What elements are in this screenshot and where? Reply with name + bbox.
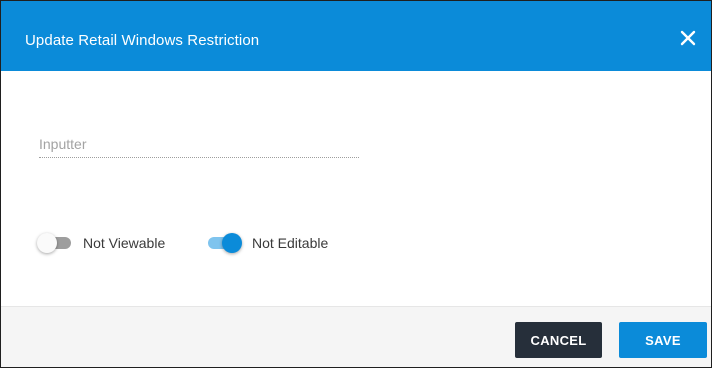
dialog-title: Update Retail Windows Restriction bbox=[25, 32, 260, 49]
not-viewable-switch[interactable] bbox=[37, 233, 73, 253]
not-editable-label: Not Editable bbox=[252, 235, 329, 251]
close-button[interactable] bbox=[675, 25, 701, 51]
dialog-footer: CANCEL SAVE bbox=[1, 306, 711, 367]
dialog-content: Not Viewable Not Editable bbox=[1, 71, 711, 306]
inputter-field bbox=[39, 131, 359, 159]
cancel-button[interactable]: CANCEL bbox=[515, 322, 602, 358]
not-editable-toggle[interactable]: Not Editable bbox=[206, 232, 328, 254]
switch-knob bbox=[37, 233, 57, 253]
not-viewable-label: Not Viewable bbox=[83, 235, 166, 251]
switch-knob bbox=[222, 233, 242, 253]
not-editable-switch[interactable] bbox=[206, 233, 242, 253]
dialog-header: Update Retail Windows Restriction bbox=[1, 1, 711, 71]
inputter-input[interactable] bbox=[39, 131, 359, 158]
close-icon bbox=[680, 30, 696, 46]
update-restriction-dialog: Update Retail Windows Restriction Not Vi… bbox=[0, 0, 712, 368]
not-viewable-toggle[interactable]: Not Viewable bbox=[37, 232, 165, 254]
save-button[interactable]: SAVE bbox=[619, 322, 707, 358]
